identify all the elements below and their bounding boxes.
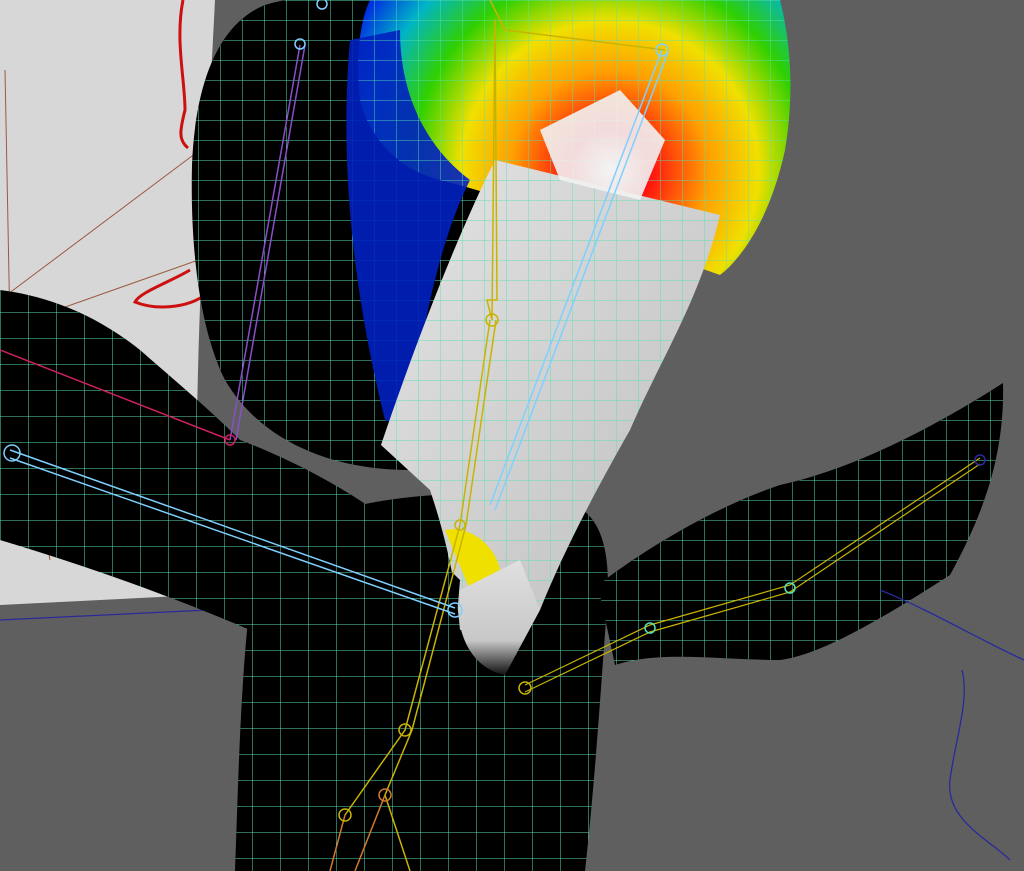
3d-viewport[interactable] [0, 0, 1024, 871]
